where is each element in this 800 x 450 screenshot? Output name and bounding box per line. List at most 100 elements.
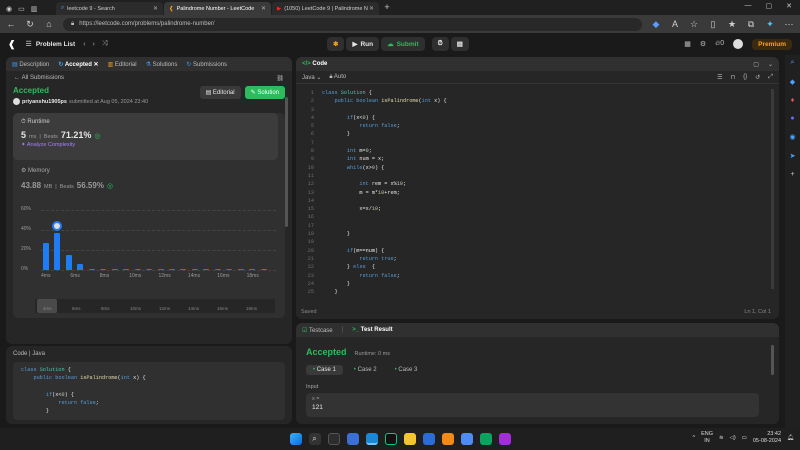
add-icon[interactable]: + [790,171,794,178]
close-icon[interactable]: ✕ [369,5,374,12]
tab-solutions[interactable]: ⚗ Solutions [146,61,178,68]
code-line[interactable]: } else { [322,263,779,271]
sidebar-icon[interactable]: ▥ [31,5,38,13]
code-line[interactable]: int num = x; [322,155,779,163]
reset-icon[interactable]: ↺ [755,74,760,81]
code-line[interactable] [322,238,779,246]
browser-tab-leetcode[interactable]: ❰ Palindrome Number - LeetCode ✕ [164,2,271,15]
terminal-icon[interactable] [384,433,397,445]
refresh-icon[interactable]: ↻ [25,19,35,30]
chart-bar[interactable] [180,269,187,270]
code-line[interactable]: class Solution { [322,89,779,97]
auto-toggle[interactable]: 🔒︎ Auto [329,74,346,81]
language-select[interactable]: Java ⌄ [302,74,321,81]
new-tab-button[interactable]: + [380,2,394,15]
tab-description[interactable]: ▤ Description [12,61,49,68]
collections-icon[interactable]: ⧉ [746,19,756,30]
code-line[interactable] [322,106,779,114]
chevron-up-icon[interactable]: ^ [692,435,695,441]
code-line[interactable] [322,172,779,180]
braces-icon[interactable]: {} [743,74,747,80]
code-line[interactable]: } [322,130,779,138]
chart-bar[interactable] [214,269,221,270]
code-line[interactable]: x=x/10; [322,205,779,213]
chart-bar[interactable] [226,269,233,270]
prev-problem-icon[interactable]: ‹ [83,41,85,48]
windows-start-icon[interactable] [289,433,302,445]
chart-bar[interactable] [260,269,267,270]
share-icon[interactable]: ⛓ [276,75,284,82]
shopping-icon[interactable]: ◆ [790,78,795,86]
expand-icon[interactable]: ⤢ [768,74,773,81]
chart-bar[interactable] [134,269,141,270]
code-line[interactable]: } [322,280,779,288]
result-scrollbar[interactable] [771,345,774,375]
search-icon[interactable]: ⌕ [308,433,321,445]
tab-test-result[interactable]: >_ Test Result [352,327,392,333]
leetcode-logo-icon[interactable]: ❰ [8,39,16,50]
analyze-link[interactable]: Analyze Complexity [27,142,75,148]
code-line[interactable] [322,213,779,221]
case-2-tab[interactable]: • Case 2 [347,365,384,375]
code-line[interactable]: while(x>0) { [322,164,779,172]
office-icon[interactable]: ◉ [789,133,795,141]
read-aloud-icon[interactable]: A [670,19,680,29]
code-line[interactable]: return true; [322,255,779,263]
maximize-icon[interactable]: ▢ [753,61,759,68]
notes-button[interactable]: ▤ [450,37,469,51]
format-icon[interactable]: ☰ [717,74,722,81]
chart-bar[interactable] [123,269,130,270]
collapse-icon[interactable]: ⌄ [768,61,773,68]
next-problem-icon[interactable]: › [93,41,95,48]
profile-icon[interactable]: ◉ [6,5,12,13]
address-bar[interactable]: 🔒︎ https://leetcode.com/problems/palindro… [63,17,642,31]
code-line[interactable] [322,197,779,205]
vlc-icon[interactable] [441,433,454,445]
runtime-box[interactable]: ⏱ Runtime 5 ms | Beats 71.21% ◎ ✦ Analyze Com… [13,113,278,160]
maximize-icon[interactable]: ▢ [766,2,773,15]
chart-bar[interactable] [168,269,175,270]
scrollbar[interactable] [285,97,288,227]
code-line[interactable]: int m=0; [322,147,779,155]
avatar[interactable] [733,39,744,49]
streak-icon[interactable]: 🔥︎0 [715,40,724,48]
tab-editorial[interactable]: ▥ Editorial [108,61,137,68]
solution-button[interactable]: ✎ Solution [244,86,285,99]
editorial-button[interactable]: ▤ Editorial [199,86,241,99]
chart-bar[interactable] [249,269,256,270]
debug-button[interactable]: ✱ [327,37,345,51]
back-link[interactable]: ← All Submissions ⛓ [6,71,292,86]
store-icon[interactable] [422,433,435,445]
clock-time[interactable]: 23:42 [753,431,781,438]
editor-scrollbar[interactable] [771,89,774,289]
chart-bar[interactable] [54,233,61,270]
notification-icon[interactable]: 🔔︎ [787,435,794,441]
shuffle-icon[interactable]: ⤨ [102,40,108,48]
file-explorer-icon[interactable] [403,433,416,445]
wifi-icon[interactable]: ≋ [719,435,724,441]
code-line[interactable] [322,139,779,147]
app-icon[interactable] [460,433,473,445]
chart-bar[interactable] [203,269,210,270]
volume-icon[interactable]: ◁) [730,435,736,441]
back-icon[interactable]: ← [6,19,16,29]
problem-list-link[interactable]: Problem List [36,41,75,48]
case-1-tab[interactable]: • Case 1 [306,365,343,375]
chart-bar[interactable] [237,269,244,270]
code-line[interactable]: return false; [322,122,779,130]
favorite-icon[interactable]: ☆ [689,19,699,30]
premium-button[interactable]: Premium [752,38,792,50]
code-line[interactable]: if(m==num) { [322,247,779,255]
code-line[interactable]: m = m*10+rem; [322,189,779,197]
tab-submissions[interactable]: ↻ Submissions [186,61,227,68]
chart-bar[interactable] [43,243,49,270]
home-icon[interactable]: ⌂ [44,19,54,29]
task-view-icon[interactable] [327,433,340,445]
code-content[interactable]: class Solution { public boolean isPalind… [318,89,779,296]
battery-icon[interactable]: ▭ [742,435,747,441]
chart-bar[interactable] [157,269,164,270]
extension-icon[interactable]: ◆ [651,19,661,30]
chart-bar[interactable] [88,269,95,270]
range-selector[interactable]: 4ms 6ms 8ms 10ms 12ms 14ms 16ms 18ms [35,299,275,313]
code-line[interactable]: if(x<0) { [322,114,779,122]
